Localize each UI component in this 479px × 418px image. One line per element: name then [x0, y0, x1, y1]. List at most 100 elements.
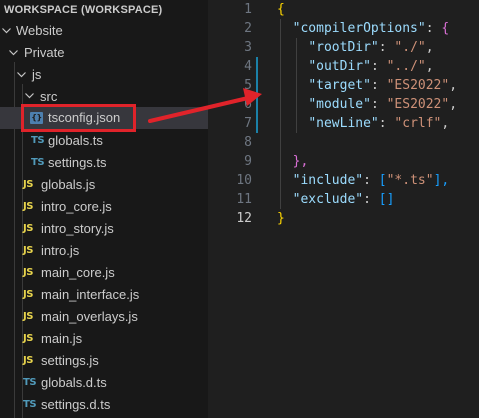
key-token: "target" — [308, 78, 371, 93]
file-label: settings.js — [41, 353, 99, 368]
js-file-icon: JS — [23, 355, 33, 366]
file-label: main_interface.js — [41, 287, 140, 302]
brace-token: }, — [292, 154, 309, 169]
file-main-overlays-js[interactable]: JS main_overlays.js — [0, 306, 208, 328]
key-token: "module" — [308, 97, 371, 112]
punc-token: : — [363, 173, 379, 188]
code-line-12: } — [277, 209, 285, 228]
code-editor[interactable]: 1 2 3 4 5 6 7 8 9 10 11 12 { "compilerOp… — [208, 0, 479, 418]
file-settings-ts[interactable]: TS settings.ts — [0, 152, 208, 174]
punc-token: : — [378, 40, 395, 55]
ts-file-icon: TS — [31, 157, 45, 168]
code-line-4: "outDir": "../", — [277, 57, 434, 76]
line-number: 6 — [244, 97, 252, 112]
punc-token: , — [449, 78, 458, 93]
file-label: globals.ts — [48, 133, 103, 148]
string-token: "*.ts" — [386, 173, 434, 188]
line-number: 10 — [236, 173, 252, 188]
file-label: settings.d.ts — [41, 397, 111, 412]
line-number: 3 — [244, 40, 252, 55]
key-token: "newLine" — [308, 116, 379, 131]
punc-token: : — [363, 192, 379, 207]
brace-token: { — [441, 21, 450, 36]
annotation-highlight-box — [21, 104, 136, 132]
ts-file-icon: TS — [31, 135, 45, 146]
file-label: main_overlays.js — [41, 309, 138, 324]
punc-token: , — [425, 59, 434, 74]
punc-token: : — [370, 97, 387, 112]
string-token: "ES2022" — [386, 97, 450, 112]
code-line-2: "compilerOptions": { — [277, 19, 450, 38]
chevron-down-icon — [0, 20, 12, 42]
punc-token: , — [425, 40, 434, 55]
string-token: "./" — [394, 40, 426, 55]
js-file-icon: JS — [23, 311, 33, 322]
js-file-icon: JS — [23, 289, 33, 300]
chevron-down-icon — [7, 42, 19, 64]
punc-token: : — [425, 21, 442, 36]
string-token: "ES2022" — [386, 78, 450, 93]
file-intro-js[interactable]: JS intro.js — [0, 240, 208, 262]
file-label: globals.d.ts — [41, 375, 107, 390]
workspace-header[interactable]: WORKSPACE (WORKSPACE) — [4, 2, 208, 18]
key-token: "outDir" — [308, 59, 371, 74]
key-token: "include" — [292, 173, 364, 188]
folder-label: Website — [16, 23, 63, 38]
key-token: "exclude" — [292, 192, 364, 207]
line-number: 8 — [244, 135, 252, 150]
code-line-9: }, — [277, 152, 309, 171]
folder-label: src — [40, 89, 58, 102]
folder-label: Private — [24, 45, 65, 60]
code-line-1: { — [277, 0, 285, 19]
line-number: 7 — [244, 116, 252, 131]
code-line-3: "rootDir": "./", — [277, 38, 434, 57]
file-settings-d-ts[interactable]: TS settings.d.ts — [0, 394, 208, 416]
file-label: main.js — [41, 331, 83, 346]
explorer-panel: WORKSPACE (WORKSPACE) Website Private js… — [0, 0, 208, 418]
code-line-5: "target": "ES2022", — [277, 76, 457, 95]
punc-token: , — [441, 116, 450, 131]
ts-file-icon: TS — [23, 377, 37, 388]
file-globals-d-ts[interactable]: TS globals.d.ts — [0, 372, 208, 394]
file-main-core-js[interactable]: JS main_core.js — [0, 262, 208, 284]
bracket-token: [] — [378, 192, 395, 207]
brace-token: } — [277, 211, 285, 226]
file-settings-js[interactable]: JS settings.js — [0, 350, 208, 372]
file-label: intro.js — [41, 243, 80, 258]
js-file-icon: JS — [23, 201, 33, 212]
folder-js[interactable]: js — [0, 64, 208, 86]
js-file-icon: JS — [23, 223, 33, 234]
file-intro-story-js[interactable]: JS intro_story.js — [0, 218, 208, 240]
key-token: "rootDir" — [308, 40, 379, 55]
punc-token: : — [378, 116, 395, 131]
file-main-interface-js[interactable]: JS main_interface.js — [0, 284, 208, 306]
file-main-js[interactable]: JS main.js — [0, 328, 208, 350]
line-number-active: 12 — [236, 211, 252, 226]
bracket-token: ], — [433, 173, 450, 188]
js-file-icon: JS — [23, 267, 33, 278]
punc-token: : — [370, 78, 387, 93]
file-intro-core-js[interactable]: JS intro_core.js — [0, 196, 208, 218]
file-label: intro_core.js — [41, 199, 112, 214]
code-line-10: "include": ["*.ts"], — [277, 171, 450, 190]
punc-token: : — [370, 59, 387, 74]
file-label: settings.ts — [48, 155, 107, 170]
bracket-token: [ — [378, 173, 387, 188]
line-number: 2 — [244, 21, 252, 36]
string-token: "../" — [386, 59, 426, 74]
file-globals-js[interactable]: JS globals.js — [0, 174, 208, 196]
folder-private[interactable]: Private — [0, 42, 208, 64]
line-number: 5 — [244, 78, 252, 93]
code-line-7: "newLine": "crlf", — [277, 114, 449, 133]
folder-src[interactable]: src — [0, 85, 208, 102]
code-line-6: "module": "ES2022", — [277, 95, 457, 114]
file-globals-ts[interactable]: TS globals.ts — [0, 130, 208, 152]
ts-file-icon: TS — [23, 399, 37, 410]
file-label: intro_story.js — [41, 221, 114, 236]
js-file-icon: JS — [23, 245, 33, 256]
folder-website[interactable]: Website — [0, 20, 208, 42]
file-label: main_core.js — [41, 265, 115, 280]
modified-lines-indicator — [256, 57, 258, 133]
punc-token: , — [449, 97, 458, 112]
line-number: 1 — [244, 2, 252, 17]
